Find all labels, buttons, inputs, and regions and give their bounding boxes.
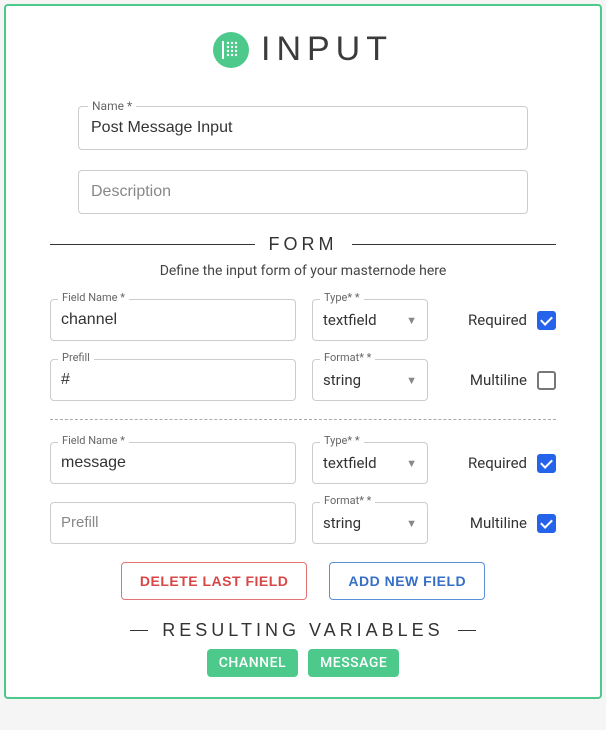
chevron-down-icon: ▼ — [406, 457, 417, 470]
input-icon — [213, 32, 249, 68]
format-select[interactable]: string ▼ — [312, 502, 428, 544]
header: INPUT — [50, 30, 556, 69]
multiline-checkbox[interactable] — [537, 514, 556, 533]
format-value: string — [323, 514, 361, 532]
chevron-down-icon: ▼ — [406, 374, 417, 387]
format-label: Format* * — [320, 351, 375, 364]
chevron-down-icon: ▼ — [406, 517, 417, 530]
required-label: Required — [468, 454, 527, 472]
prefill-label: Prefill — [58, 351, 94, 364]
type-select[interactable]: textfield ▼ — [312, 299, 428, 341]
variable-chip: CHANNEL — [207, 649, 298, 677]
form-section-divider: FORM — [50, 234, 556, 255]
vars-section-title: RESULTING VARIABLES — [162, 620, 443, 641]
field-name-label: Field Name * — [58, 434, 129, 447]
type-value: textfield — [323, 311, 377, 329]
type-value: textfield — [323, 454, 377, 472]
header-title: INPUT — [261, 30, 393, 69]
type-label: Type* * — [320, 291, 364, 304]
prefill-input[interactable] — [50, 502, 296, 544]
delete-last-field-button[interactable]: DELETE LAST FIELD — [121, 562, 308, 600]
field-name-input[interactable] — [50, 299, 296, 341]
field-name-label: Field Name * — [58, 291, 129, 304]
form-row: Prefill Format* * string ▼ Multiline — [50, 359, 556, 401]
button-row: DELETE LAST FIELD ADD NEW FIELD — [50, 562, 556, 600]
multiline-checkbox[interactable] — [537, 371, 556, 390]
field-separator — [50, 419, 556, 420]
name-input[interactable] — [78, 106, 528, 150]
form-section-title: FORM — [269, 234, 338, 255]
input-config-modal: INPUT Name * FORM Define the input form … — [4, 4, 602, 699]
multiline-label: Multiline — [470, 371, 527, 389]
type-select[interactable]: textfield ▼ — [312, 442, 428, 484]
vars-section-divider: RESULTING VARIABLES — [130, 620, 476, 641]
variable-chip: MESSAGE — [308, 649, 399, 677]
format-select[interactable]: string ▼ — [312, 359, 428, 401]
type-label: Type* * — [320, 434, 364, 447]
form-row: Field Name * Type* * textfield ▼ Require… — [50, 442, 556, 484]
format-label: Format* * — [320, 494, 375, 507]
required-checkbox[interactable] — [537, 454, 556, 473]
form-row: Field Name * Type* * textfield ▼ Require… — [50, 299, 556, 341]
format-value: string — [323, 371, 361, 389]
name-label: Name * — [88, 99, 136, 113]
add-new-field-button[interactable]: ADD NEW FIELD — [329, 562, 485, 600]
field-name-input[interactable] — [50, 442, 296, 484]
description-input[interactable] — [78, 170, 528, 214]
form-row: Format* * string ▼ Multiline — [50, 502, 556, 544]
chevron-down-icon: ▼ — [406, 314, 417, 327]
required-label: Required — [468, 311, 527, 329]
form-section-subtitle: Define the input form of your masternode… — [50, 263, 556, 279]
resulting-variables: CHANNEL MESSAGE — [50, 649, 556, 677]
multiline-label: Multiline — [470, 514, 527, 532]
prefill-input[interactable] — [50, 359, 296, 401]
required-checkbox[interactable] — [537, 311, 556, 330]
